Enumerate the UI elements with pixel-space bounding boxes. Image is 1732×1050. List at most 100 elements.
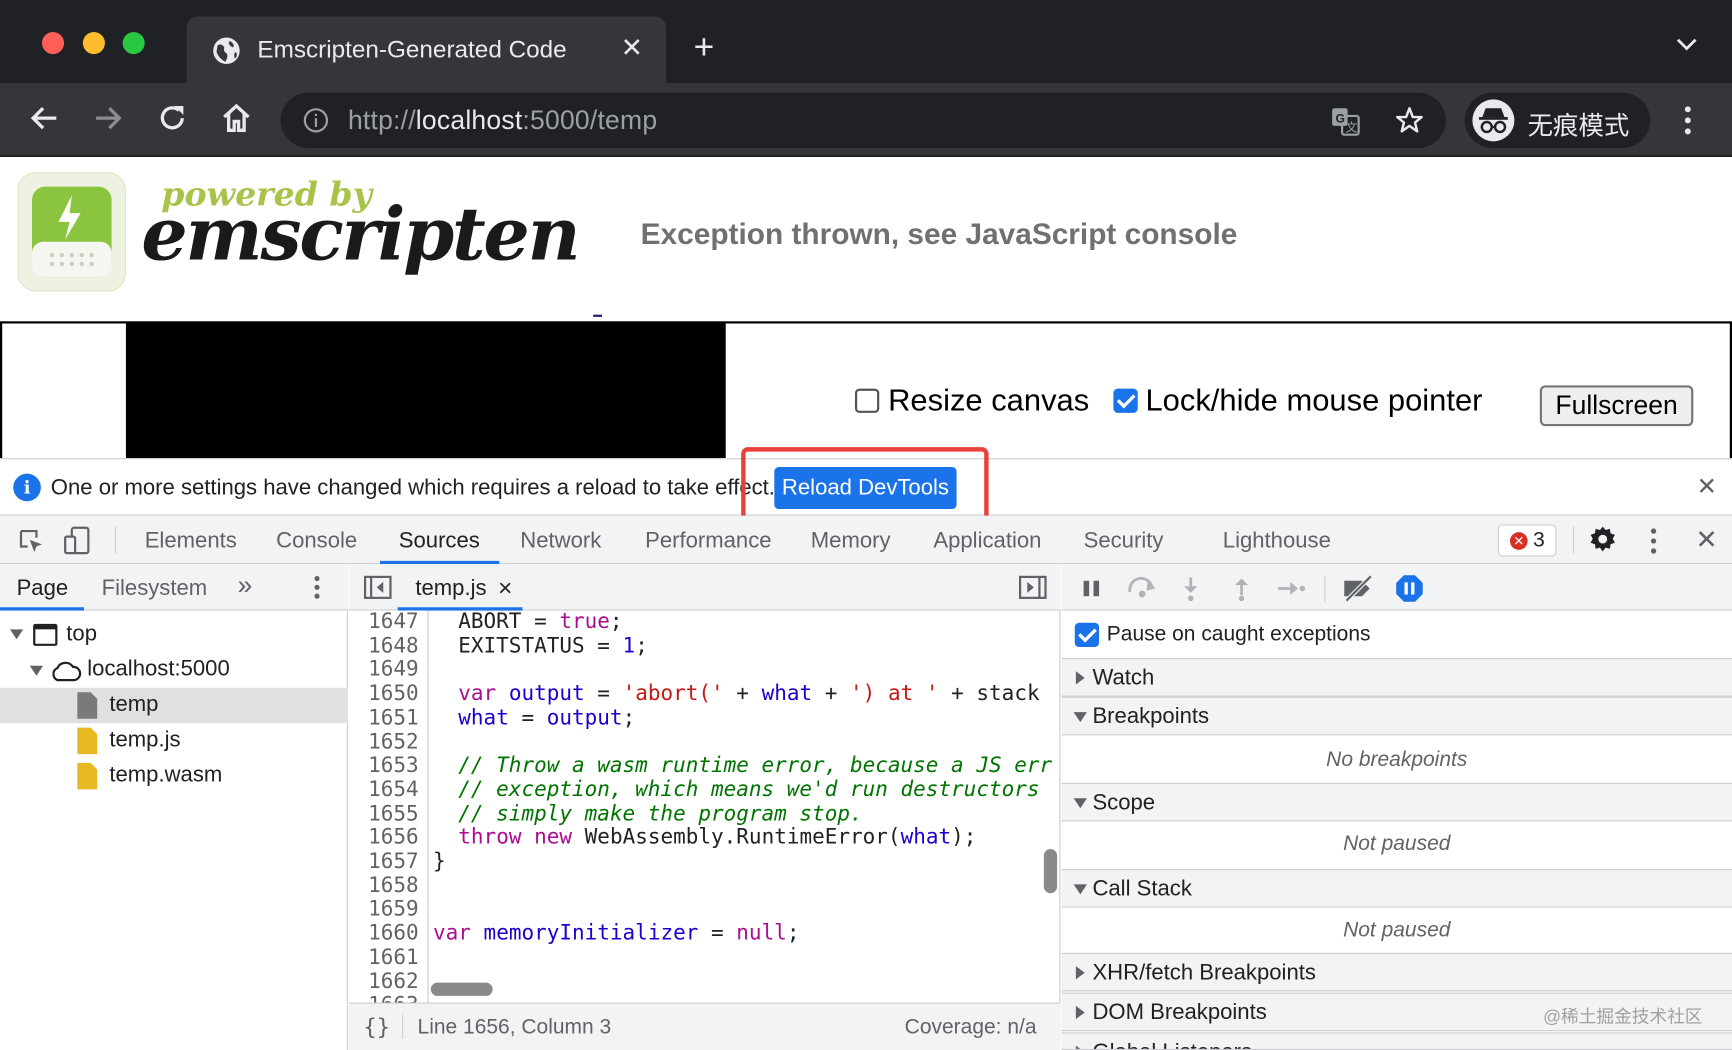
section-watch[interactable]: Watch (1061, 658, 1732, 697)
line-number[interactable]: 1651 (349, 706, 419, 730)
zoom-window-button[interactable] (122, 32, 145, 55)
chevron-down-icon[interactable] (1675, 36, 1699, 51)
tree-item-temp-js[interactable]: temp.js (0, 723, 348, 758)
devtools-menu-icon[interactable] (1644, 527, 1664, 556)
section-global-listeners[interactable]: Global Listeners (1061, 1032, 1732, 1050)
tab-performance[interactable]: Performance (645, 529, 771, 554)
step-out-icon[interactable] (1232, 575, 1252, 602)
reload-devtools-button[interactable]: Reload DevTools (774, 467, 957, 509)
tab-console[interactable]: Console (276, 529, 357, 554)
tab-sources[interactable]: Sources (399, 529, 480, 554)
section-xhr-breakpoints[interactable]: XHR/fetch Breakpoints (1061, 952, 1732, 992)
inspect-element-icon[interactable] (17, 527, 46, 556)
divider (114, 526, 116, 554)
tab-network[interactable]: Network (520, 529, 601, 554)
home-icon[interactable] (220, 102, 253, 135)
site-info-icon[interactable] (303, 107, 330, 133)
toggle-navigator-icon[interactable] (363, 575, 392, 599)
svg-text:文: 文 (1345, 119, 1357, 134)
section-breakpoints[interactable]: Breakpoints (1061, 696, 1732, 736)
section-scope[interactable]: Scope (1061, 782, 1732, 822)
script-file-icon (77, 727, 98, 755)
device-toolbar-icon[interactable] (63, 526, 92, 557)
more-tabs-icon[interactable]: » (237, 571, 252, 602)
infobar-message: One or more settings have changed which … (50, 475, 775, 501)
tab-elements[interactable]: Elements (145, 529, 237, 554)
pause-on-exceptions-icon[interactable] (1395, 574, 1424, 603)
tab-application[interactable]: Application (933, 529, 1041, 554)
browser-toolbar: http://localhost:5000/temp G 文 无痕模式 (0, 83, 1732, 157)
line-number[interactable]: 1662 (349, 969, 419, 994)
deactivate-breakpoints-icon[interactable] (1340, 574, 1378, 603)
browser-tab[interactable]: Emscripten-Generated Code ✕ (186, 16, 667, 84)
line-number[interactable]: 1656 (349, 825, 419, 850)
incognito-badge[interactable]: 无痕模式 (1464, 92, 1651, 148)
collapsed-arrow-icon (1075, 1045, 1085, 1049)
vertical-scrollbar[interactable] (1043, 849, 1058, 894)
tab-filesystem[interactable]: Filesystem (102, 576, 208, 601)
tab-security[interactable]: Security (1084, 529, 1164, 554)
new-tab-button[interactable]: + (694, 29, 715, 64)
section-call-stack[interactable]: Call Stack (1061, 868, 1732, 908)
address-bar[interactable]: http://localhost:5000/temp G 文 (280, 92, 1446, 148)
resize-canvas-checkbox[interactable] (854, 388, 880, 413)
tree-item-top[interactable]: top (0, 617, 348, 652)
minimize-window-button[interactable] (82, 32, 105, 55)
code-line: // simply make the program stop. (432, 801, 863, 826)
line-number[interactable]: 1653 (349, 754, 419, 778)
tab-page[interactable]: Page (17, 576, 69, 601)
tab-memory[interactable]: Memory (811, 529, 891, 554)
line-number[interactable]: 1657 (349, 849, 419, 874)
error-count-badge[interactable]: ✕ 3 (1497, 524, 1557, 557)
infobar-close-icon[interactable]: ✕ (1697, 473, 1717, 502)
line-number[interactable]: 1655 (349, 801, 419, 826)
file-tab-close-icon[interactable]: × (498, 574, 512, 603)
step-over-icon[interactable] (1126, 576, 1159, 598)
step-icon[interactable] (1276, 579, 1307, 599)
fullscreen-button[interactable]: Fullscreen (1539, 385, 1694, 427)
horizontal-scrollbar[interactable] (430, 982, 493, 996)
emscripten-canvas[interactable] (125, 323, 726, 459)
line-number[interactable]: 1654 (349, 778, 419, 802)
back-icon[interactable] (28, 102, 61, 135)
pretty-print-button[interactable]: {} (363, 1014, 390, 1040)
settings-gear-icon[interactable] (1588, 526, 1617, 555)
tab-close-icon[interactable]: ✕ (621, 32, 643, 64)
line-number[interactable]: 1648 (349, 634, 419, 659)
line-number[interactable]: 1649 (349, 658, 419, 682)
tree-item-origin[interactable]: localhost:5000 (0, 653, 348, 688)
forward-icon[interactable] (92, 102, 125, 135)
tab-lighthouse[interactable]: Lighthouse (1223, 529, 1331, 554)
breakpoints-empty: No breakpoints (1326, 748, 1468, 772)
emscripten-logo[interactable] (17, 172, 126, 292)
line-number[interactable]: 1661 (349, 945, 419, 970)
kebab-menu-icon[interactable] (1678, 104, 1698, 137)
pause-caught-checkbox[interactable] (1074, 622, 1100, 648)
code-line: // Throw a wasm runtime error, because a… (432, 753, 1053, 778)
lock-pointer-checkbox[interactable] (1113, 388, 1138, 413)
line-number[interactable]: 1652 (349, 730, 419, 754)
navigator-menu-icon[interactable] (308, 574, 326, 600)
url-text[interactable]: http://localhost:5000/temp (348, 106, 657, 137)
line-number[interactable]: 1659 (349, 897, 419, 922)
selected-tab-indicator (0, 607, 84, 611)
translate-icon[interactable]: G 文 (1330, 106, 1361, 137)
devtools-close-icon[interactable]: ✕ (1696, 524, 1718, 556)
step-into-icon[interactable] (1181, 575, 1201, 602)
line-number[interactable]: 1647 (349, 610, 419, 635)
bookmark-star-icon[interactable] (1394, 105, 1425, 136)
line-number[interactable]: 1658 (349, 873, 419, 898)
reload-icon[interactable] (156, 102, 189, 135)
tree-item-temp[interactable]: temp (0, 687, 348, 724)
toggle-debugger-icon[interactable] (1018, 575, 1047, 599)
tree-item-temp-wasm[interactable]: temp.wasm (0, 759, 348, 794)
close-window-button[interactable] (41, 32, 65, 55)
line-number[interactable]: 1650 (349, 682, 419, 706)
devtools-infobar: i One or more settings have changed whic… (0, 458, 1732, 516)
file-tab-temp-js[interactable]: temp.js (415, 576, 486, 601)
line-number-gutter[interactable]: 1647 1648 1649 1650 1651 1652 1653 1654 … (349, 610, 429, 1004)
code-area[interactable]: ABORT = true; EXITSTATUS = 1; var output… (429, 611, 1061, 1004)
pause-icon[interactable] (1081, 579, 1101, 599)
error-icon: ✕ (1509, 532, 1528, 550)
line-number[interactable]: 1660 (349, 921, 419, 946)
